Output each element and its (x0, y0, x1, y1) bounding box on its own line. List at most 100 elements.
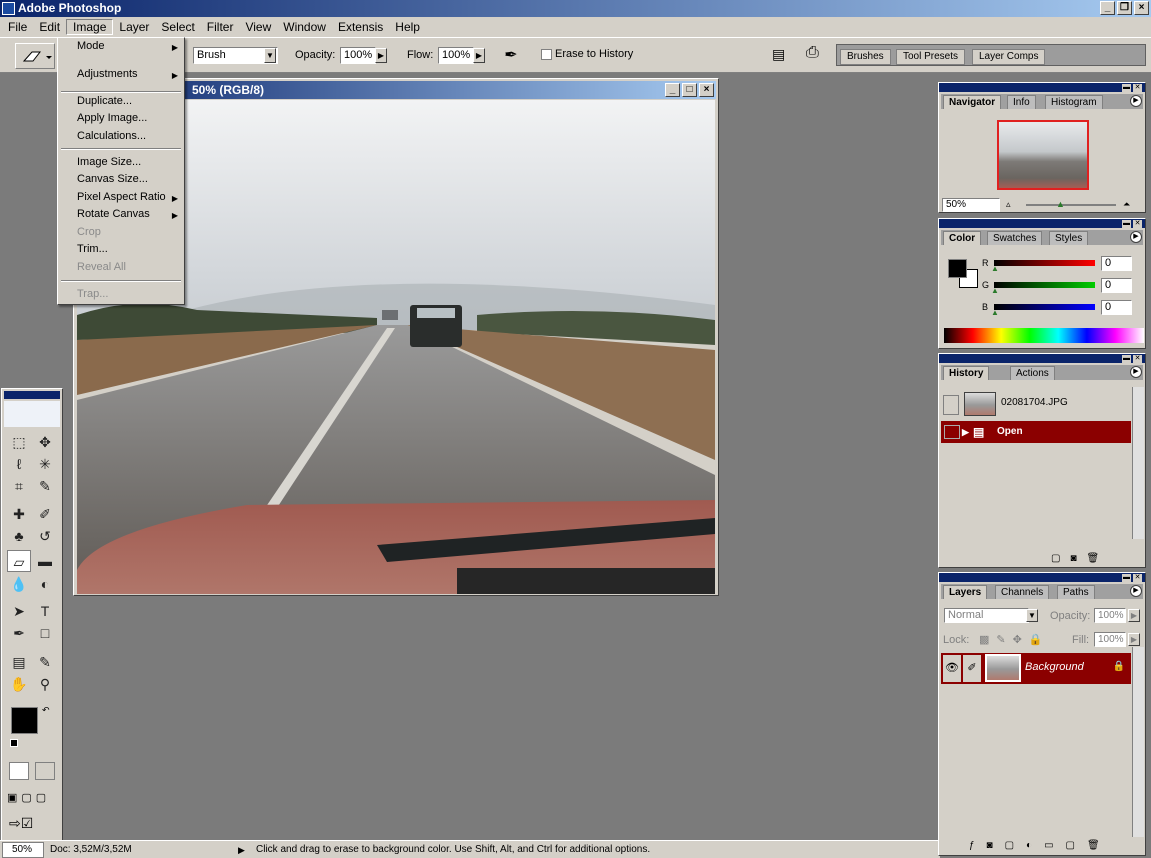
history-step-open[interactable]: ▶ ▤ Open (941, 421, 1131, 443)
hand-tool-icon[interactable]: ✋ (7, 673, 31, 695)
panel-minimize-button[interactable]: ▬ (1122, 220, 1131, 228)
navigator-zoom-field[interactable]: 50% (942, 198, 1000, 212)
panel-menu-arrow-icon[interactable]: ▶ (1130, 231, 1142, 243)
well-tab-tool-presets[interactable]: Tool Presets (896, 49, 966, 65)
standard-mode-icon[interactable] (9, 762, 29, 780)
navigator-zoom-slider[interactable] (1026, 204, 1116, 206)
layers-footer-icons[interactable]: ƒ◙▢◐▭▢🗑 (969, 840, 1112, 851)
shape-tool-icon[interactable]: □ (33, 622, 57, 644)
menu-image[interactable]: Image (66, 19, 114, 35)
menu-item-trim[interactable]: Trim... (77, 243, 108, 255)
flow-field[interactable]: 100% (438, 47, 474, 64)
opacity-slider-arrow[interactable]: ▶ (375, 48, 387, 63)
erase-history-checkbox[interactable] (541, 49, 552, 60)
toolbox-title-bar[interactable] (4, 391, 60, 399)
panel-close-button[interactable]: ✕ (1133, 355, 1142, 363)
panel-minimize-button[interactable]: ▬ (1122, 574, 1131, 582)
brush-tool-icon[interactable]: ✐ (33, 503, 57, 525)
menu-item-adjustments[interactable]: Adjustments (77, 68, 138, 80)
tab-color[interactable]: Color (943, 231, 982, 245)
path-selection-tool-icon[interactable]: ➤ (7, 600, 31, 622)
menu-view[interactable]: View (239, 20, 277, 34)
color-ramp[interactable] (944, 328, 1144, 343)
navigator-thumbnail[interactable] (997, 120, 1089, 190)
menu-edit[interactable]: Edit (33, 20, 66, 34)
dodge-tool-icon[interactable]: ◐ (33, 573, 57, 595)
healing-brush-tool-icon[interactable]: ✚ (7, 503, 31, 525)
green-value-field[interactable]: 0 (1101, 278, 1132, 293)
close-button[interactable]: × (1134, 1, 1149, 15)
doc-close-button[interactable]: × (699, 83, 714, 97)
menu-item-pixel-aspect-ratio[interactable]: Pixel Aspect Ratio (77, 191, 166, 203)
menu-item-canvas-size[interactable]: Canvas Size... (77, 173, 148, 185)
doc-maximize-button[interactable]: □ (682, 83, 697, 97)
screen-mode-icon[interactable]: ▣▢▢ (7, 791, 59, 805)
tab-layers[interactable]: Layers (943, 585, 988, 599)
red-value-field[interactable]: 0 (1101, 256, 1132, 271)
blue-slider[interactable] (994, 304, 1095, 310)
tab-history[interactable]: History (943, 366, 990, 380)
history-source-icon[interactable] (943, 395, 959, 415)
zoom-level-field[interactable]: 50% (2, 842, 44, 858)
menu-file[interactable]: File (2, 20, 33, 34)
type-tool-icon[interactable]: T (33, 600, 57, 622)
panel-menu-arrow-icon[interactable]: ▶ (1130, 366, 1142, 378)
menu-item-calculations[interactable]: Calculations... (77, 130, 146, 142)
menu-window[interactable]: Window (277, 20, 332, 34)
lock-icons[interactable]: ▩✎✥🔒 (979, 633, 1050, 646)
well-tab-brushes[interactable]: Brushes (840, 49, 891, 65)
green-slider[interactable] (994, 282, 1095, 288)
crop-tool-icon[interactable]: ⌗ (7, 475, 31, 497)
foreground-color-swatch[interactable] (11, 707, 38, 734)
menu-item-image-size[interactable]: Image Size... (77, 156, 141, 168)
panel-close-button[interactable]: ✕ (1133, 84, 1142, 92)
menu-extensis[interactable]: Extensis (332, 20, 389, 34)
well-tab-layer-comps[interactable]: Layer Comps (972, 49, 1046, 65)
eraser-tool-icon[interactable]: ▱ (7, 550, 31, 572)
tab-swatches[interactable]: Swatches (987, 231, 1043, 245)
blend-mode-arrow[interactable]: ▼ (1026, 609, 1038, 622)
status-menu-arrow-icon[interactable]: ▶ (238, 841, 245, 858)
green-slider-thumb[interactable]: ▲ (991, 286, 999, 295)
marquee-tool-icon[interactable]: ⬚ (7, 431, 31, 453)
panel-title-bar[interactable] (939, 573, 1145, 582)
slice-tool-icon[interactable]: ✎ (33, 475, 57, 497)
menu-item-apply-image[interactable]: Apply Image... (77, 112, 147, 124)
zoom-in-icon[interactable]: ⏶ (1123, 199, 1141, 210)
flow-slider-arrow[interactable]: ▶ (473, 48, 485, 63)
panel-close-button[interactable]: ✕ (1133, 574, 1142, 582)
zoom-slider-thumb[interactable]: ▲ (1056, 199, 1065, 209)
menu-item-mode[interactable]: Mode (77, 40, 105, 52)
tab-navigator[interactable]: Navigator (943, 95, 1002, 109)
panel-title-bar[interactable] (939, 83, 1145, 92)
menu-filter[interactable]: Filter (201, 20, 240, 34)
layer-opacity-arrow[interactable]: ▶ (1128, 609, 1140, 622)
tab-channels[interactable]: Channels (995, 585, 1050, 599)
history-footer-icons[interactable]: ▢◙🗑 (1051, 553, 1109, 564)
panel-minimize-button[interactable]: ▬ (1122, 355, 1131, 363)
tab-styles[interactable]: Styles (1049, 231, 1089, 245)
pen-tool-icon[interactable]: ✒ (7, 622, 31, 644)
panel-close-button[interactable]: ✕ (1133, 220, 1142, 228)
layers-scrollbar[interactable] (1132, 647, 1144, 837)
clone-stamp-tool-icon[interactable]: ♣ (7, 525, 31, 547)
mode-dropdown-arrow[interactable]: ▼ (264, 48, 276, 63)
eyedropper-tool-icon[interactable]: ✎ (33, 651, 57, 673)
blend-mode-select[interactable]: Normal (944, 608, 1029, 623)
notes-tool-icon[interactable]: ▤ (7, 651, 31, 673)
panel-menu-arrow-icon[interactable]: ▶ (1130, 95, 1142, 107)
color-fg-swatch[interactable] (948, 259, 967, 278)
opacity-field[interactable]: 100% (340, 47, 376, 64)
print-icon[interactable]: ⎙ (806, 44, 828, 66)
quick-mask-mode-icon[interactable] (35, 762, 55, 780)
doc-minimize-button[interactable]: _ (665, 83, 680, 97)
blue-value-field[interactable]: 0 (1101, 300, 1132, 315)
gradient-tool-icon[interactable]: ▬ (33, 550, 57, 572)
blur-tool-icon[interactable]: 💧 (7, 573, 31, 595)
swap-colors-icon[interactable]: ↶ (42, 705, 50, 716)
red-slider-thumb[interactable]: ▲ (991, 264, 999, 273)
restore-button[interactable]: ❐ (1117, 1, 1132, 15)
airbrush-icon[interactable]: ✒ (500, 45, 522, 65)
menu-item-rotate-canvas[interactable]: Rotate Canvas (77, 208, 150, 220)
menu-help[interactable]: Help (389, 20, 426, 34)
